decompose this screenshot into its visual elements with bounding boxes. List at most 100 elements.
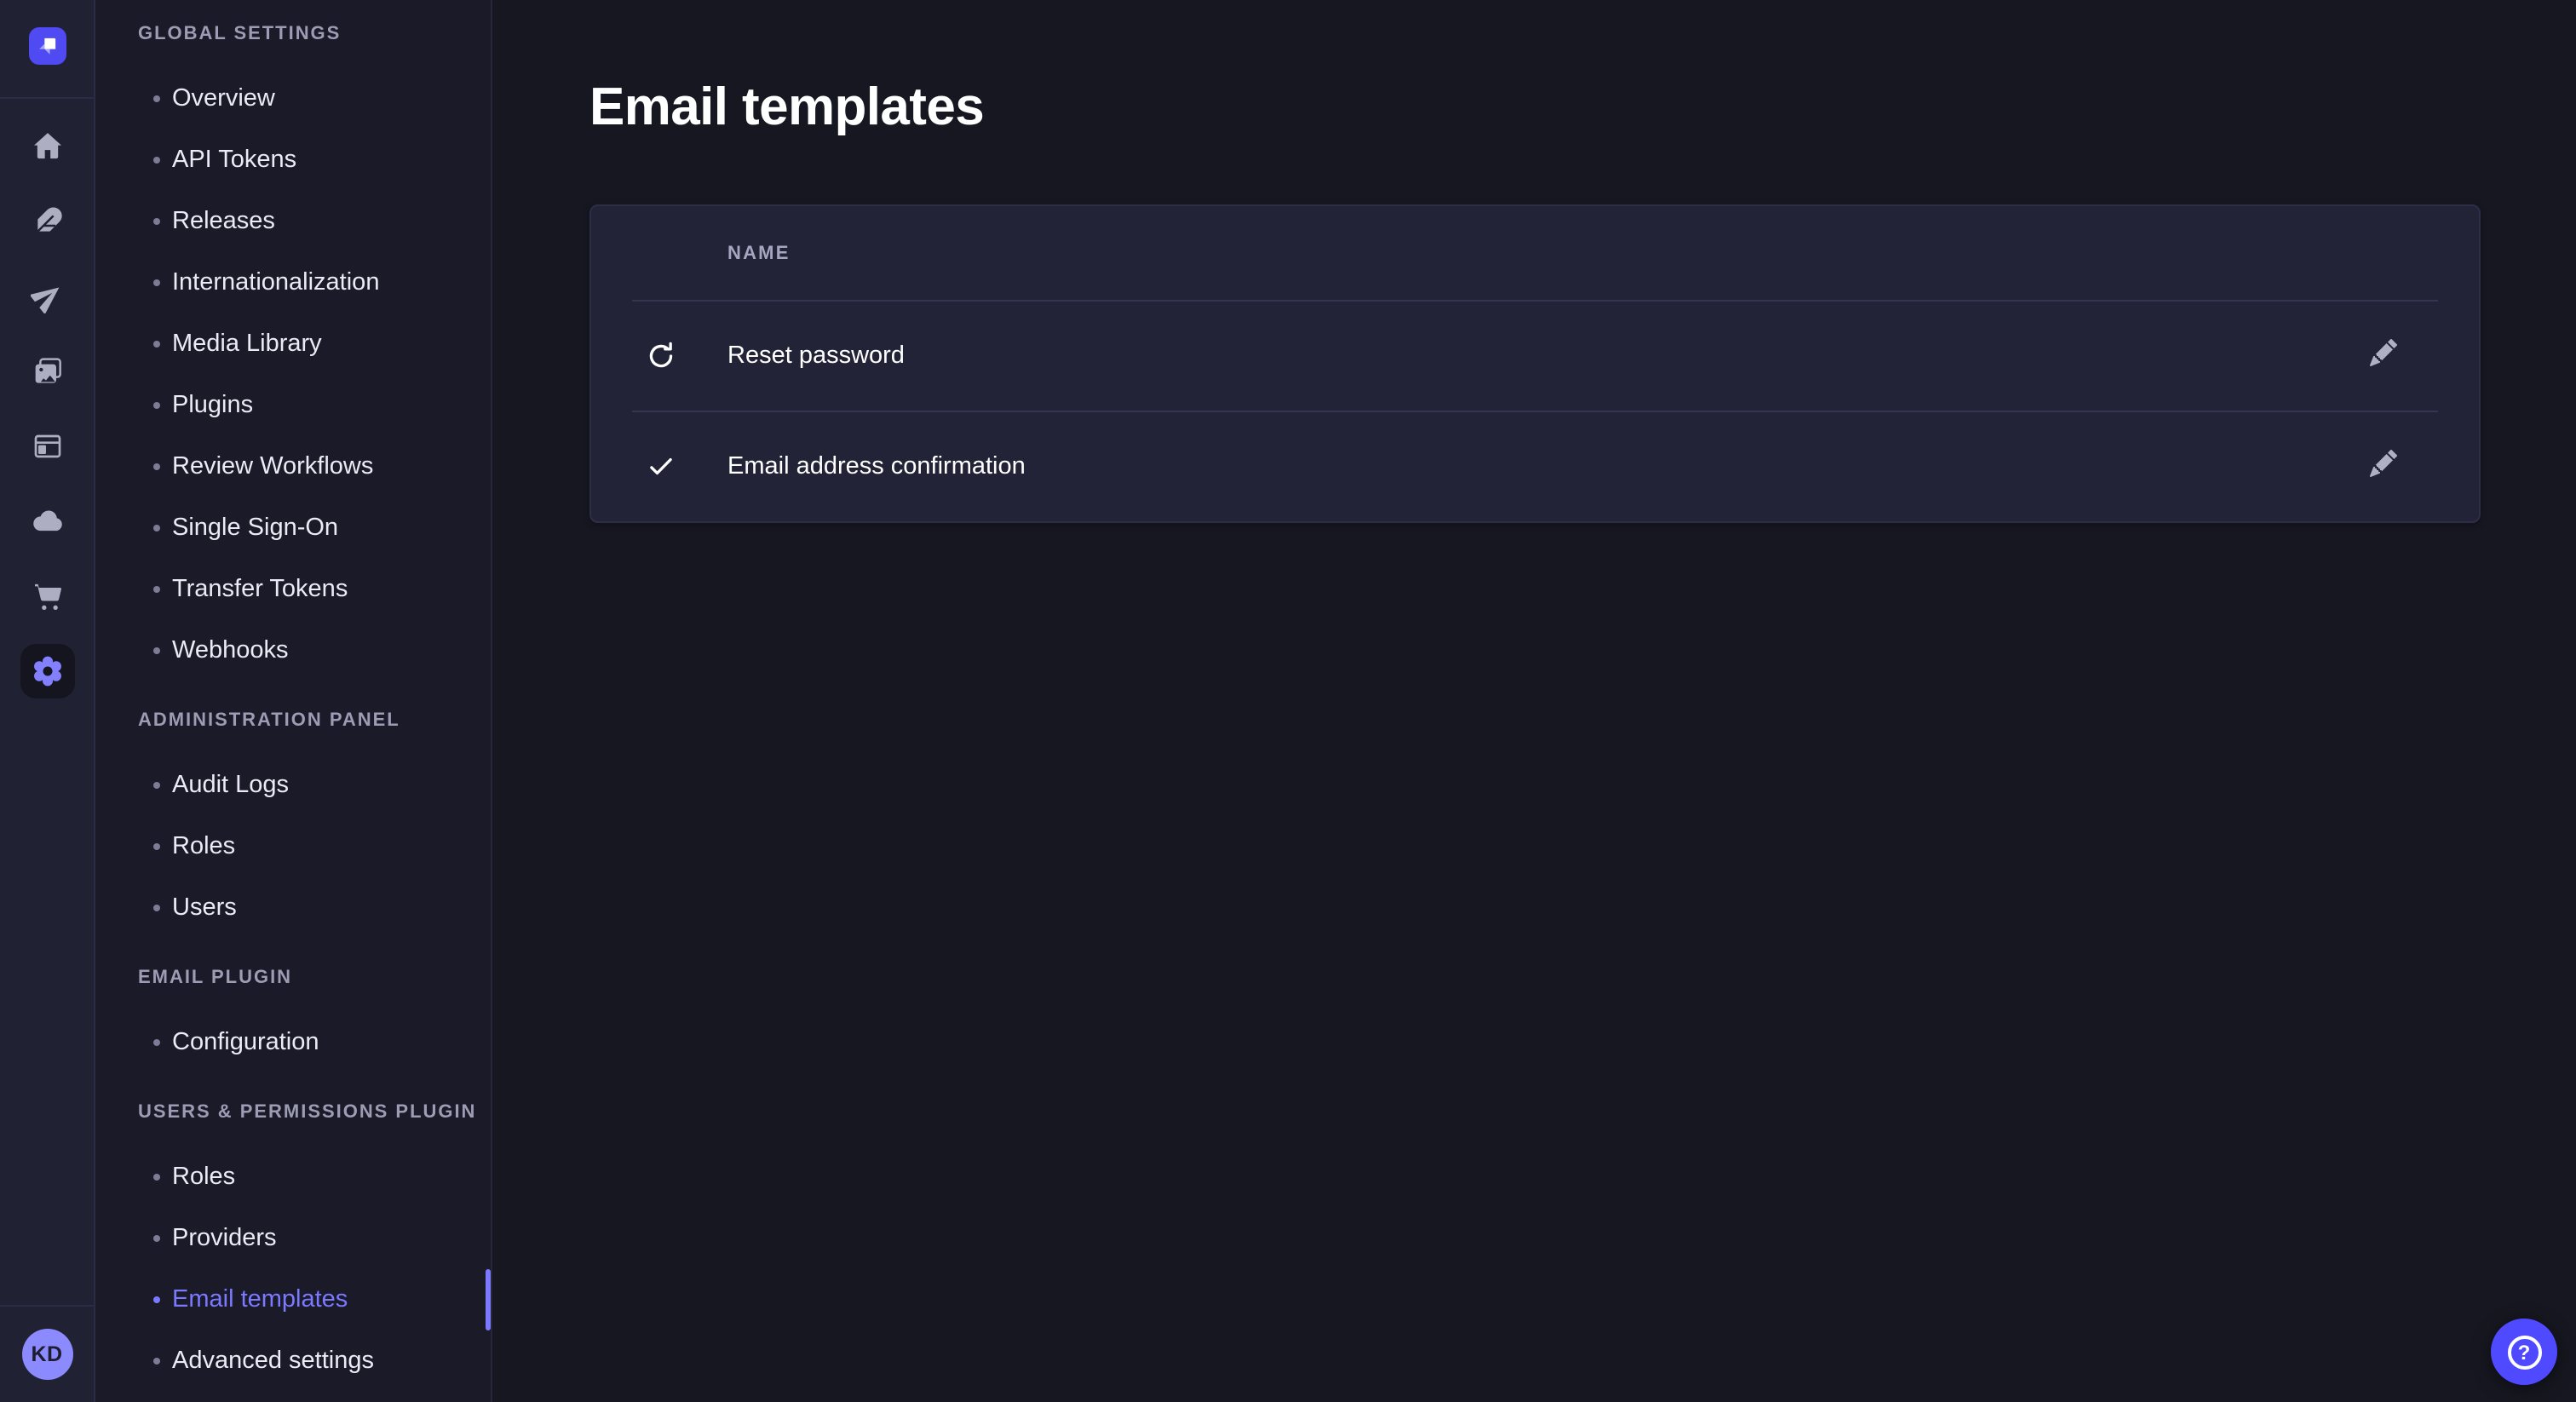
rail-bottom: KD xyxy=(0,1305,94,1402)
sidebar-section-items: Overview API Tokens Releases Internation… xyxy=(95,68,491,681)
email-templates-table: NAME Reset password Email address confir… xyxy=(589,204,2481,523)
shopping-cart-nav-button[interactable] xyxy=(30,579,64,613)
sidebar-item-label: Roles xyxy=(172,833,235,860)
bullet-icon xyxy=(153,95,160,102)
layout-grid-nav-button[interactable] xyxy=(30,429,64,463)
sidebar-section-items: Audit Logs Roles Users xyxy=(95,755,491,939)
sidebar-section-heading: USERS & PERMISSIONS PLUGIN xyxy=(95,1082,491,1143)
sidebar-item-advanced-settings[interactable]: Advanced settings xyxy=(95,1330,491,1392)
sidebar-item-roles[interactable]: Roles xyxy=(95,816,491,877)
table-header-row: NAME xyxy=(591,206,2479,300)
paper-plane-icon xyxy=(30,279,64,313)
sidebar-section: GLOBAL SETTINGS Overview API Tokens Rele… xyxy=(95,3,491,681)
sidebar-item-configuration[interactable]: Configuration xyxy=(95,1012,491,1073)
sidebar-section-items: Roles Providers Email templates Advanced… xyxy=(95,1146,491,1392)
sidebar-item-users[interactable]: Users xyxy=(95,877,491,939)
settings-sidebar: GLOBAL SETTINGS Overview API Tokens Rele… xyxy=(95,0,492,1402)
sidebar-item-label: Roles xyxy=(172,1164,235,1191)
sidebar-item-media-library[interactable]: Media Library xyxy=(95,313,491,375)
sidebar-item-label: Users xyxy=(172,894,237,922)
bullet-icon xyxy=(153,218,160,225)
cloud-nav-button[interactable] xyxy=(30,504,64,538)
media-library-icon xyxy=(30,354,64,388)
home-nav-button[interactable] xyxy=(30,129,64,164)
bullet-icon xyxy=(153,1039,160,1046)
sidebar-item-label: Audit Logs xyxy=(172,772,289,799)
edit-template-button[interactable] xyxy=(2360,442,2407,490)
sidebar-item-audit-logs[interactable]: Audit Logs xyxy=(95,755,491,816)
sidebar-item-label: Transfer Tokens xyxy=(172,576,348,603)
sidebar-item-webhooks[interactable]: Webhooks xyxy=(95,620,491,681)
column-header-name: NAME xyxy=(727,243,791,263)
sidebar-item-label: Media Library xyxy=(172,330,322,358)
sidebar-item-label: Providers xyxy=(172,1225,277,1252)
settings-gear-icon xyxy=(28,652,66,690)
bullet-icon xyxy=(153,279,160,286)
sidebar-item-label: Advanced settings xyxy=(172,1347,374,1375)
bullet-icon xyxy=(153,782,160,789)
user-avatar[interactable]: KD xyxy=(21,1329,72,1380)
sidebar-section-heading: ADMINISTRATION PANEL xyxy=(95,690,491,751)
sidebar-section: ADMINISTRATION PANEL Audit Logs Roles Us… xyxy=(95,690,491,939)
sidebar-item-api-tokens[interactable]: API Tokens xyxy=(95,129,491,191)
sidebar-item-label: Email templates xyxy=(172,1286,348,1313)
feather-icon xyxy=(30,204,64,238)
pencil-icon xyxy=(2370,339,2397,371)
main-content: Email templates NAME Reset password Emai… xyxy=(494,0,2576,1402)
table-row[interactable]: Email address confirmation xyxy=(591,411,2479,521)
feather-nav-button[interactable] xyxy=(30,204,64,238)
edit-template-button[interactable] xyxy=(2360,331,2407,379)
bullet-icon xyxy=(153,1235,160,1242)
sidebar-item-label: Internationalization xyxy=(172,269,379,296)
settings-sidebar-sections: GLOBAL SETTINGS Overview API Tokens Rele… xyxy=(95,3,491,1392)
sidebar-item-label: Webhooks xyxy=(172,637,289,664)
shopping-cart-icon xyxy=(30,579,64,613)
bullet-icon xyxy=(153,1358,160,1365)
check-icon xyxy=(646,451,676,481)
strapi-logo-icon xyxy=(28,27,66,70)
sidebar-item-label: Single Sign-On xyxy=(172,514,338,542)
sidebar-item-providers[interactable]: Providers xyxy=(95,1208,491,1269)
bullet-icon xyxy=(153,586,160,593)
sidebar-item-single-sign-on[interactable]: Single Sign-On xyxy=(95,497,491,559)
table-body: Reset password Email address confirmatio… xyxy=(591,300,2479,521)
bullet-icon xyxy=(153,1296,160,1303)
bullet-icon xyxy=(153,402,160,409)
cloud-icon xyxy=(30,504,64,538)
sidebar-item-label: Releases xyxy=(172,208,275,235)
bullet-icon xyxy=(153,1174,160,1181)
sidebar-section: EMAIL PLUGIN Configuration xyxy=(95,947,491,1073)
sidebar-item-label: Review Workflows xyxy=(172,453,373,480)
pencil-icon xyxy=(2370,450,2397,482)
sidebar-item-roles[interactable]: Roles xyxy=(95,1146,491,1208)
bullet-icon xyxy=(153,843,160,850)
bullet-icon xyxy=(153,157,160,164)
layout-grid-icon xyxy=(30,429,64,463)
sidebar-item-review-workflows[interactable]: Review Workflows xyxy=(95,436,491,497)
sidebar-item-releases[interactable]: Releases xyxy=(95,191,491,252)
main-nav-rail-items xyxy=(0,99,94,698)
sidebar-item-label: API Tokens xyxy=(172,147,296,174)
sidebar-item-label: Overview xyxy=(172,85,275,112)
settings-gear-nav-button[interactable] xyxy=(20,644,74,698)
app-window: KD GLOBAL SETTINGS Overview API Tokens R… xyxy=(0,0,2576,1402)
bullet-icon xyxy=(153,463,160,470)
sidebar-section-heading: EMAIL PLUGIN xyxy=(95,947,491,1008)
bullet-icon xyxy=(153,525,160,531)
table-row[interactable]: Reset password xyxy=(591,300,2479,411)
media-library-nav-button[interactable] xyxy=(30,354,64,388)
sidebar-item-transfer-tokens[interactable]: Transfer Tokens xyxy=(95,559,491,620)
strapi-logo[interactable] xyxy=(28,27,66,65)
bullet-icon xyxy=(153,341,160,348)
page-title: Email templates xyxy=(589,75,2481,140)
sidebar-item-plugins[interactable]: Plugins xyxy=(95,375,491,436)
sidebar-item-email-templates[interactable]: Email templates xyxy=(95,1269,491,1330)
paper-plane-nav-button[interactable] xyxy=(30,279,64,313)
sidebar-item-overview[interactable]: Overview xyxy=(95,68,491,129)
template-name: Reset password xyxy=(727,342,905,369)
sidebar-section-items: Configuration xyxy=(95,1012,491,1073)
bullet-icon xyxy=(153,905,160,911)
sidebar-item-internationalization[interactable]: Internationalization xyxy=(95,252,491,313)
help-button[interactable]: ? xyxy=(2491,1319,2557,1385)
sidebar-item-label: Configuration xyxy=(172,1029,319,1056)
